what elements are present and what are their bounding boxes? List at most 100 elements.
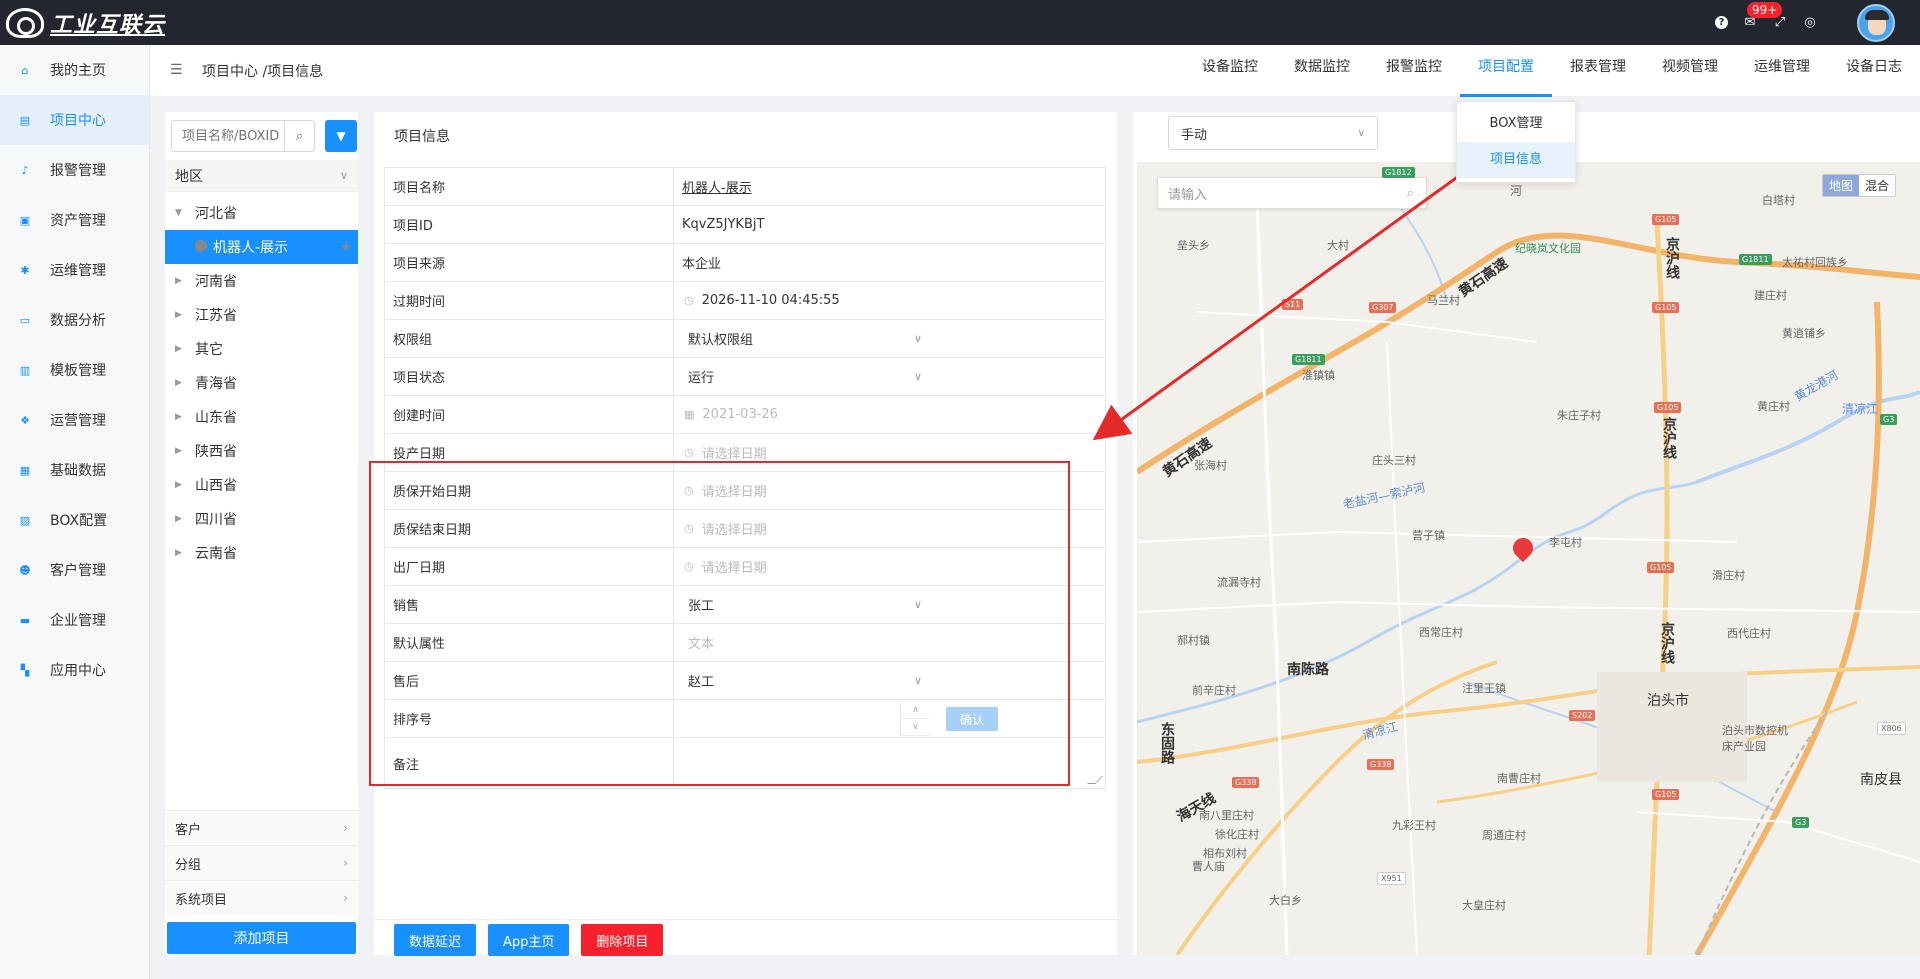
create-time-picker: ▦ 2021-03-26 — [674, 396, 1105, 433]
search-input[interactable] — [171, 120, 285, 152]
sidebar-item-template[interactable]: ▥ 模板管理 — [0, 345, 149, 395]
help-icon[interactable]: ? — [1715, 16, 1728, 29]
tree-node-yunnan[interactable]: ▶ 云南省 — [165, 536, 358, 570]
clock-icon: ◷ — [684, 446, 694, 459]
sidebar-item-home[interactable]: ⌂ 我的主页 — [0, 45, 149, 95]
tree-node-shandong[interactable]: ▶ 山东省 — [165, 400, 358, 434]
map-type-hybrid[interactable]: 混合 — [1858, 175, 1895, 196]
tab-project-config[interactable]: 项目配置 — [1460, 45, 1552, 97]
tab-alarm-monitor[interactable]: 报警监控 — [1368, 45, 1460, 97]
avatar[interactable] — [1857, 3, 1895, 42]
region-header[interactable]: 地区 ∨ — [165, 160, 358, 192]
filter-icon[interactable]: ▼ — [325, 120, 357, 152]
sidebar-item-customer[interactable]: ☻ 客户管理 — [0, 545, 149, 595]
star-icon[interactable]: ★ — [340, 240, 352, 255]
sidebar-item-box-config[interactable]: ▨ BOX配置 — [0, 495, 149, 545]
sidebar-item-ops[interactable]: ✱ 运维管理 — [0, 245, 149, 295]
add-project-button[interactable]: 添加项目 — [167, 922, 356, 954]
data-delay-button[interactable]: 数据延迟 — [394, 924, 477, 956]
delete-project-button[interactable]: 删除项目 — [581, 924, 664, 956]
tree-node-label: 山东省 — [195, 410, 237, 426]
default-attr-input[interactable]: 文本 — [674, 624, 1105, 661]
tree-node-shanxi[interactable]: ▶ 山西省 — [165, 468, 358, 502]
location-mode-select[interactable]: 手动 ∨ — [1168, 116, 1378, 150]
tab-report[interactable]: 报表管理 — [1552, 45, 1644, 97]
search-icon[interactable]: ⌕ — [285, 120, 315, 152]
tab-device-monitor[interactable]: 设备监控 — [1184, 45, 1276, 97]
asset-icon: ▣ — [19, 213, 31, 227]
sidebar-item-asset[interactable]: ▣ 资产管理 — [0, 195, 149, 245]
map-type-toggle: 地图 混合 — [1821, 174, 1896, 197]
project-info-panel: 项目信息 项目名称 机器人-展示 项目ID KqvZ5JYKBjT 项目来源 本企业 … — [374, 112, 1117, 956]
logo-text: 工业互联云 — [50, 12, 166, 38]
mail-icon[interactable]: ✉ 99+ — [1742, 1, 1783, 31]
project-status-select[interactable]: 运行 ∨ — [674, 358, 1105, 395]
menu-item-project-info[interactable]: 项目信息 — [1457, 142, 1575, 178]
select-value: 默认权限组 — [688, 333, 754, 348]
tree-node-sichuan[interactable]: ▶ 四川省 — [165, 502, 358, 536]
confirm-button[interactable]: 确认 — [946, 707, 998, 731]
tree-node-hebei[interactable]: ▼ 河北省 — [165, 196, 358, 230]
sort-number-input[interactable]: ∧ ∨ 确认 — [674, 700, 1105, 737]
map-view[interactable]: 请输入 ⌕ 地图 混合 纪晓岚文化园 京沪线 黄石高速 黄石高速 大村 垒头乡 马… — [1137, 162, 1920, 955]
resize-handle-icon[interactable] — [1087, 776, 1103, 784]
sales-select[interactable]: 张工 ∨ — [674, 586, 1105, 623]
permission-group-select[interactable]: 默认权限组 ∨ — [674, 320, 1105, 357]
tree-node-henan[interactable]: ▶ 河南省 — [165, 264, 358, 298]
form-row-sort-number: 排序号 ∧ ∨ 确认 — [385, 700, 1105, 738]
form-row-project-id: 项目ID KqvZ5JYKBjT — [385, 206, 1105, 244]
tree-node-other[interactable]: ▶ 其它 — [165, 332, 358, 366]
tree-node-robot-demo[interactable]: 机器人-展示 ★ — [165, 230, 358, 264]
factory-date-picker[interactable]: ◷ 请选择日期 — [674, 548, 1105, 585]
group-group[interactable]: 分组 › — [165, 845, 358, 880]
sidebar-item-apps[interactable]: ▚ 应用中心 — [0, 645, 149, 695]
sidebar-item-project-center[interactable]: ▤ 项目中心 — [0, 95, 149, 145]
sidebar-item-enterprise[interactable]: ▬ 企业管理 — [0, 595, 149, 645]
form-row-factory-date: 出厂日期 ◷ 请选择日期 — [385, 548, 1105, 586]
project-name-link[interactable]: 机器人-展示 — [674, 168, 1105, 205]
sidebar-item-alarm[interactable]: ♪ 报警管理 — [0, 145, 149, 195]
form-row-permission-group: 权限组 默认权限组 ∨ — [385, 320, 1105, 358]
warranty-start-picker[interactable]: ◷ 请选择日期 — [674, 472, 1105, 509]
template-icon: ▥ — [19, 363, 31, 377]
menu-collapse-icon[interactable]: ☰ — [170, 63, 183, 77]
expire-time-picker[interactable]: ◷ 2026-11-10 04:45:55 — [674, 282, 1105, 319]
group-system-project[interactable]: 系统项目 › — [165, 880, 358, 915]
tree-node-qinghai[interactable]: ▶ 青海省 — [165, 366, 358, 400]
map-label: 淮镇镇 — [1302, 369, 1335, 382]
menu-item-box-manage[interactable]: BOX管理 — [1457, 106, 1575, 142]
caret-right-icon: ▶ — [175, 276, 182, 286]
map-search-input[interactable]: 请输入 ⌕ — [1157, 177, 1427, 209]
tab-device-log[interactable]: 设备日志 — [1828, 45, 1920, 97]
road-shield: X951 — [1377, 872, 1406, 885]
sidebar-item-base-data[interactable]: ▦ 基础数据 — [0, 445, 149, 495]
group-customer[interactable]: 客户 › — [165, 810, 358, 845]
tab-ops[interactable]: 运维管理 — [1736, 45, 1828, 97]
production-date-picker[interactable]: ◷ 请选择日期 — [674, 434, 1105, 471]
field-label: 质保开始日期 — [385, 472, 674, 509]
tab-data-monitor[interactable]: 数据监控 — [1276, 45, 1368, 97]
tree-node-jiangsu[interactable]: ▶ 江苏省 — [165, 298, 358, 332]
fullscreen-icon[interactable]: ⤢ — [1772, 15, 1788, 31]
status-dot-icon — [195, 240, 207, 252]
quantity-stepper[interactable]: ∧ ∨ — [900, 702, 930, 736]
group-label: 系统项目 — [175, 892, 228, 908]
tree-node-label: 云南省 — [195, 546, 237, 562]
stepper-up-icon[interactable]: ∧ — [901, 702, 930, 719]
sidebar-item-operation[interactable]: ❖ 运营管理 — [0, 395, 149, 445]
remark-textarea[interactable] — [674, 738, 1105, 788]
after-sales-select[interactable]: 赵工 ∨ — [674, 662, 1105, 699]
globe-icon[interactable]: ◎ — [1802, 15, 1818, 31]
sidebar-item-label: 报警管理 — [50, 163, 106, 179]
tree-node-shaanxi[interactable]: ▶ 陕西省 — [165, 434, 358, 468]
stepper-down-icon[interactable]: ∨ — [901, 719, 930, 736]
search-icon[interactable]: ⌕ — [1407, 186, 1414, 201]
warranty-end-picker[interactable]: ◷ 请选择日期 — [674, 510, 1105, 547]
tab-video[interactable]: 视频管理 — [1644, 45, 1736, 97]
caret-right-icon: ▶ — [175, 446, 182, 456]
sidebar-item-label: 我的主页 — [50, 63, 106, 79]
app-logo[interactable]: 工业互联云 — [6, 7, 165, 39]
sidebar-item-analysis[interactable]: ▭ 数据分析 — [0, 295, 149, 345]
map-type-map[interactable]: 地图 — [1822, 175, 1859, 196]
app-home-button[interactable]: App主页 — [488, 924, 570, 956]
